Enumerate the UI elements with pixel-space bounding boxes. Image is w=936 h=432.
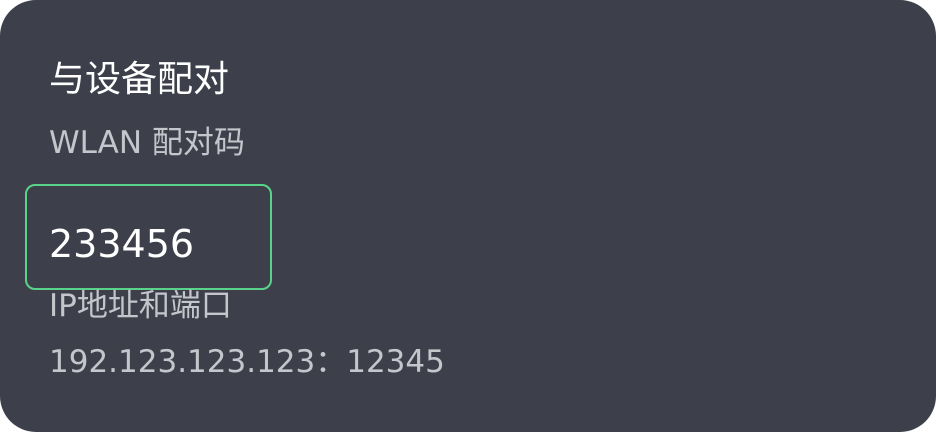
ip-port-label: IP地址和端口 — [49, 288, 232, 324]
ip-port-value: 192.123.123.123：12345 — [49, 344, 445, 380]
pairing-code-field[interactable]: 233456 — [25, 184, 272, 290]
dialog-title: 与设备配对 — [49, 59, 230, 100]
pairing-code-label: WLAN 配对码 — [49, 125, 245, 161]
pairing-dialog: 与设备配对 WLAN 配对码 233456 IP地址和端口 192.123.12… — [0, 0, 936, 432]
pairing-code-value: 233456 — [49, 222, 195, 266]
